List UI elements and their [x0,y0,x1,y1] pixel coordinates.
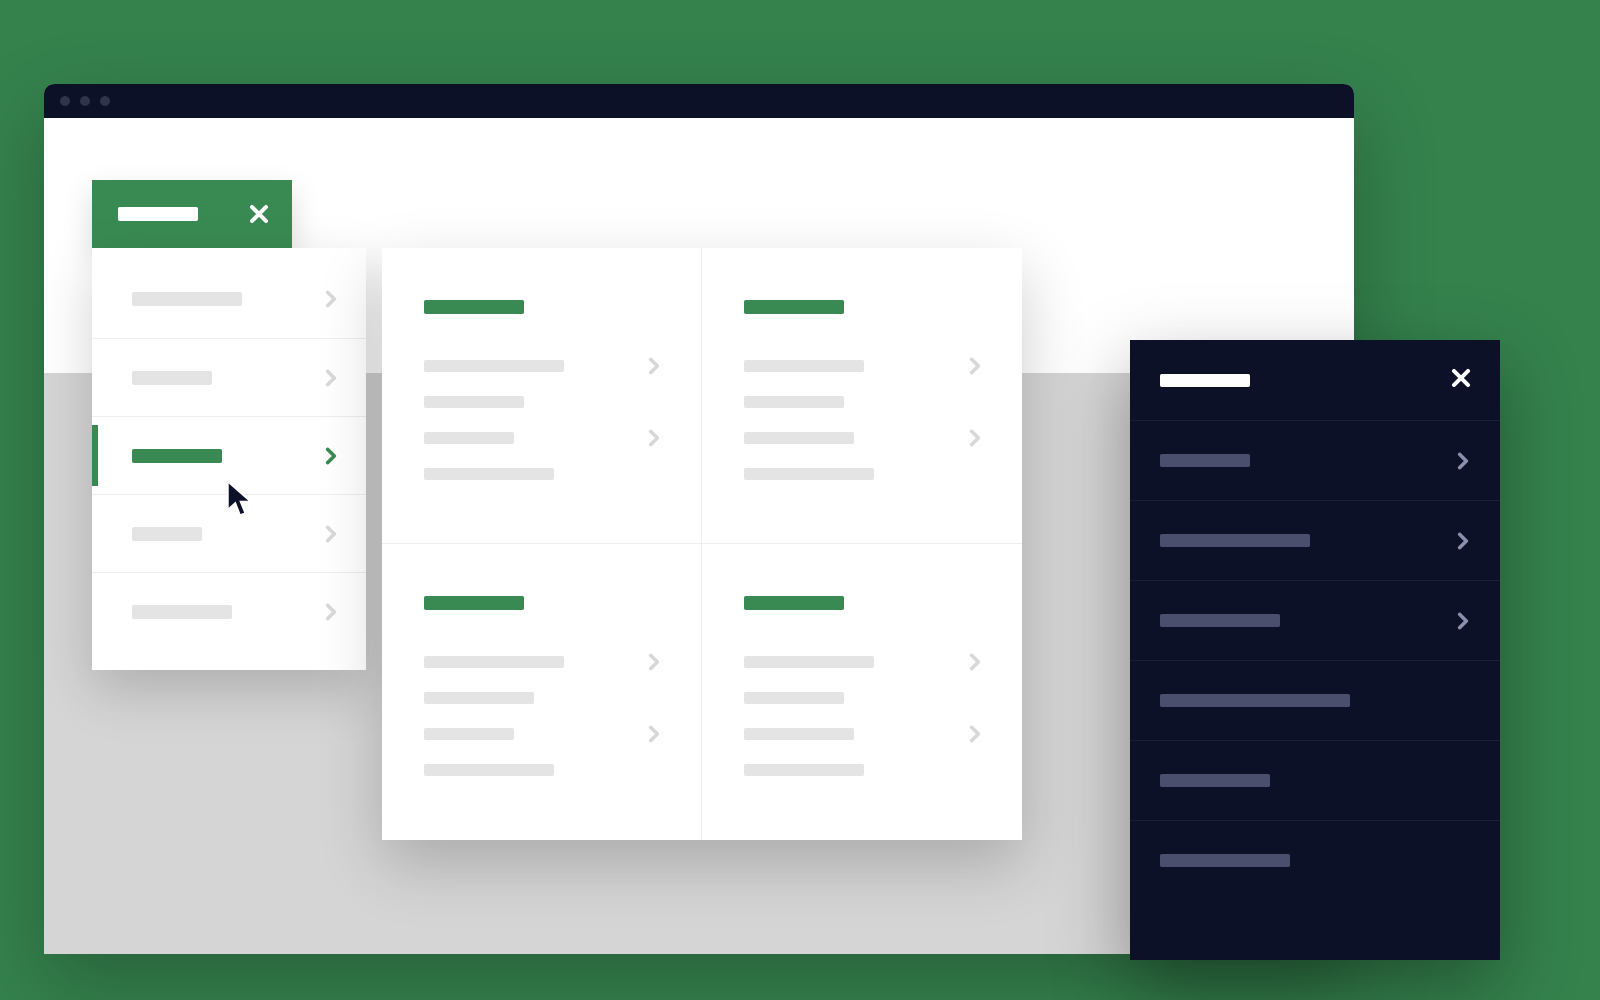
mega-flyout-panel [382,248,1022,840]
chevron-right-icon [966,428,984,448]
mega-menu-item[interactable] [744,420,984,456]
dropdown-item[interactable] [92,494,366,572]
mobile-menu-item[interactable] [1130,820,1500,900]
chevron-right-icon [645,652,663,672]
main-menu-label [118,207,198,221]
chevron-right-icon [966,652,984,672]
dropdown-item-label [132,449,222,463]
chevron-right-icon [1454,531,1472,551]
mobile-menu-item[interactable] [1130,580,1500,660]
mega-cell [702,248,1022,544]
mega-menu-item[interactable] [424,456,663,492]
dropdown-item-label [132,371,212,385]
mega-cell [382,248,702,544]
close-icon[interactable] [1450,367,1472,394]
close-icon[interactable] [248,203,270,225]
mega-menu-item[interactable] [744,680,984,716]
mega-item-label [744,468,874,480]
mega-item-label [424,764,554,776]
mega-item-label [424,656,564,668]
mega-cell [382,544,702,840]
mega-menu-item[interactable] [744,644,984,680]
mega-item-label [424,360,564,372]
chevron-right-icon [966,356,984,376]
traffic-light-dot[interactable] [100,96,110,106]
chevron-right-icon [1454,451,1472,471]
dropdown-item[interactable] [92,416,366,494]
mega-menu-item[interactable] [424,752,663,788]
dropdown-item-label [132,605,232,619]
mobile-item-label [1160,534,1310,547]
chevron-right-icon [645,724,663,744]
mobile-item-label [1160,454,1250,467]
mobile-item-label [1160,694,1350,707]
mega-cell [702,544,1022,840]
mobile-menu-header [1130,340,1500,420]
mega-menu-item[interactable] [744,752,984,788]
chevron-right-icon [322,446,340,466]
mega-menu-item[interactable] [744,716,984,752]
mega-item-label [744,692,844,704]
mobile-menu-item[interactable] [1130,420,1500,500]
chevron-right-icon [322,524,340,544]
chevron-right-icon [322,368,340,388]
chevron-right-icon [966,724,984,744]
mega-menu-item[interactable] [424,420,663,456]
mega-menu-item[interactable] [744,384,984,420]
mega-menu-item[interactable] [424,384,663,420]
mega-menu-item[interactable] [424,644,663,680]
mobile-menu-item[interactable] [1130,500,1500,580]
mega-item-label [744,728,854,740]
mobile-item-label [1160,774,1270,787]
mega-menu-item[interactable] [744,456,984,492]
mobile-item-label [1160,854,1290,867]
mega-menu-item[interactable] [424,716,663,752]
chevron-right-icon [1454,611,1472,631]
chevron-right-icon [645,428,663,448]
mega-cell-header [744,300,844,314]
mega-item-label [744,360,864,372]
main-menu-button[interactable] [92,180,292,248]
dropdown-item[interactable] [92,572,366,650]
mega-item-label [744,656,874,668]
chevron-right-icon [645,356,663,376]
mega-item-label [424,692,534,704]
mega-cell-header [424,300,524,314]
dropdown-item[interactable] [92,260,366,338]
mobile-menu-item[interactable] [1130,660,1500,740]
chevron-right-icon [322,602,340,622]
mobile-menu-item[interactable] [1130,740,1500,820]
mega-menu-item[interactable] [424,348,663,384]
mobile-menu-panel [1130,340,1500,960]
mega-menu-item[interactable] [424,680,663,716]
mega-menu-item[interactable] [744,348,984,384]
mega-cell-header [424,596,524,610]
mobile-item-label [1160,614,1280,627]
chevron-right-icon [322,289,340,309]
traffic-light-dot[interactable] [60,96,70,106]
mobile-menu-title [1160,374,1250,387]
mega-item-label [744,432,854,444]
mega-item-label [424,432,514,444]
mega-item-label [424,468,554,480]
dropdown-item-label [132,527,202,541]
mega-item-label [424,396,524,408]
dropdown-item-label [132,292,242,306]
mega-cell-header [744,596,844,610]
window-titlebar [44,84,1354,118]
dropdown-item[interactable] [92,338,366,416]
mega-item-label [424,728,514,740]
dropdown-panel [92,248,366,670]
mega-item-label [744,396,844,408]
mega-item-label [744,764,864,776]
traffic-light-dot[interactable] [80,96,90,106]
